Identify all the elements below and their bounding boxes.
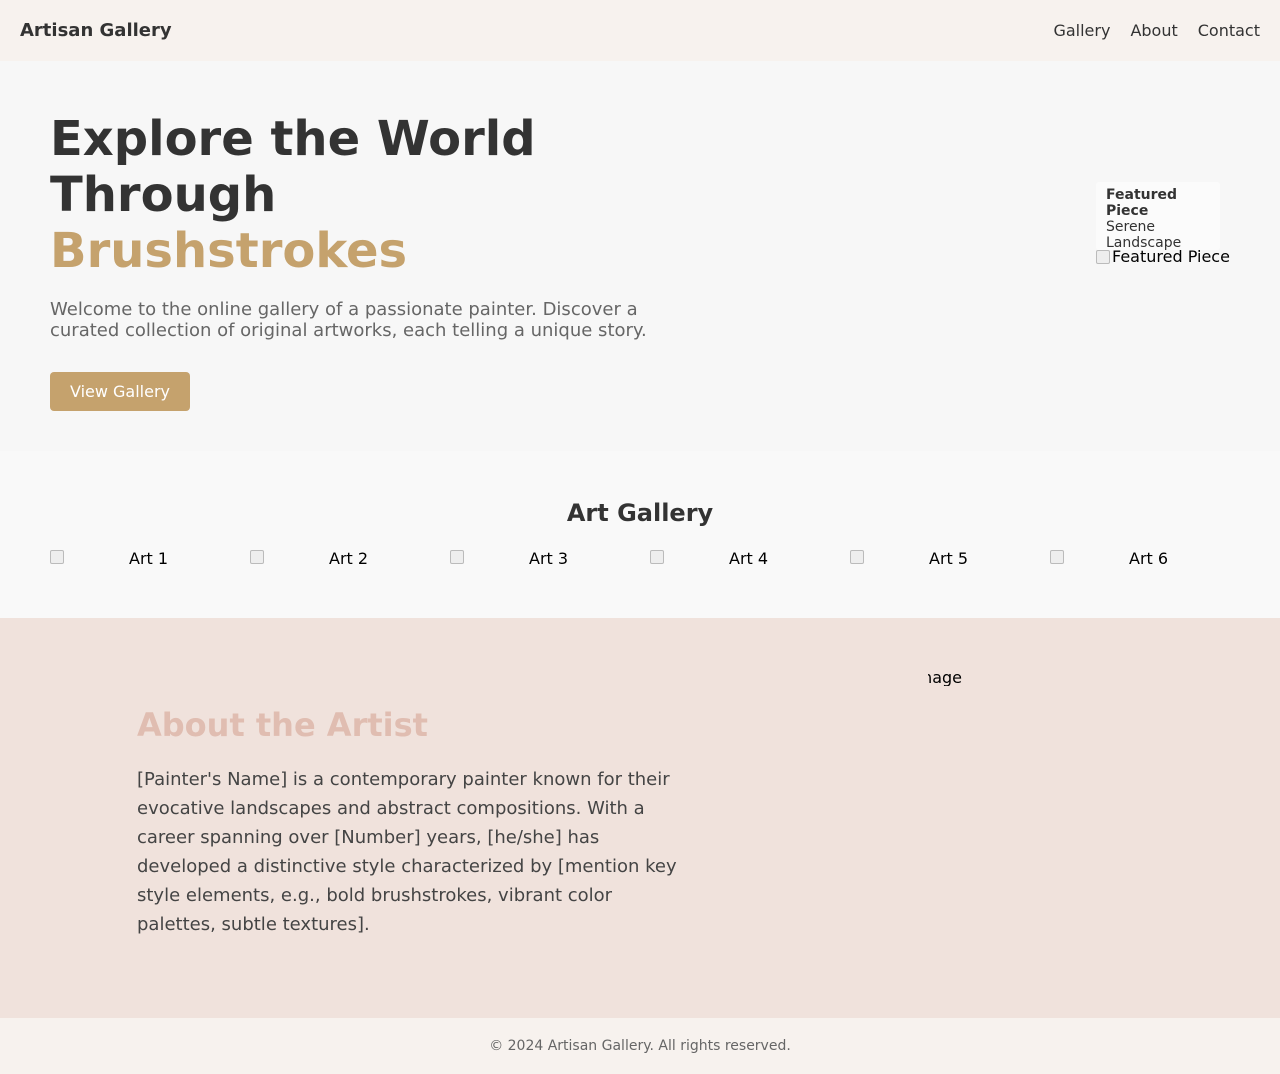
featured-piece-title: Featured Piece xyxy=(1106,187,1178,219)
broken-image-icon xyxy=(1096,250,1110,264)
nav-link-contact[interactable]: Contact xyxy=(1198,21,1260,40)
gallery-item-art-2[interactable]: Art 2 xyxy=(250,549,450,568)
hero-title-line1: Explore the World xyxy=(50,111,536,167)
about-title: About the Artist xyxy=(137,706,428,744)
gallery-title: Art Gallery xyxy=(566,499,714,527)
broken-image-icon xyxy=(450,550,464,564)
gallery-item-alt: Art 1 xyxy=(129,549,169,568)
hero-section: Explore the World Through Brushstrokes W… xyxy=(0,61,1280,451)
view-gallery-button[interactable]: View Gallery xyxy=(50,372,190,411)
gallery-item-art-4[interactable]: Art 4 xyxy=(650,549,850,568)
gallery-item-alt: Art 6 xyxy=(1129,549,1169,568)
nav-link-gallery[interactable]: Gallery xyxy=(1053,21,1110,40)
broken-image-icon xyxy=(1050,550,1064,564)
site-footer: © 2024 Artisan Gallery. All rights reser… xyxy=(0,1018,1280,1074)
nav-link-about[interactable]: About xyxy=(1130,21,1177,40)
gallery-item-alt: Art 3 xyxy=(529,549,569,568)
broken-image-icon xyxy=(250,550,264,564)
gallery-item-art-5[interactable]: Art 5 xyxy=(850,549,1050,568)
gallery-item-alt: Art 2 xyxy=(329,549,369,568)
gallery-item-art-1[interactable]: Art 1 xyxy=(50,549,250,568)
gallery-item-art-6[interactable]: Art 6 xyxy=(1050,549,1250,568)
broken-image-icon xyxy=(850,550,864,564)
about-text: [Painter's Name] is a contemporary paint… xyxy=(137,769,677,935)
main-nav: Gallery About Contact xyxy=(1053,21,1260,40)
hero-title-line2: Through xyxy=(50,167,277,223)
hero-description: Welcome to the online gallery of a passi… xyxy=(50,299,647,341)
featured-piece-card: Featured Piece Serene Landscape xyxy=(1096,182,1220,251)
artist-image-alt: Artist Image xyxy=(928,668,962,686)
footer-copyright: © 2024 Artisan Gallery. All rights reser… xyxy=(489,1038,791,1054)
featured-piece-image: Featured Piece xyxy=(1096,247,1230,266)
hero-title-accent: Brushstrokes xyxy=(50,223,408,279)
site-header: Artisan Gallery Gallery About Contact xyxy=(0,0,1280,61)
about-section: Artist Image About the Artist [Painter's… xyxy=(0,618,1280,1018)
gallery-item-alt: Art 4 xyxy=(729,549,769,568)
gallery-section: Art Gallery Art 1 Art 2 Art 3 Art 4 Art … xyxy=(0,451,1280,618)
broken-image-icon xyxy=(50,550,64,564)
broken-image-icon xyxy=(650,550,664,564)
hero-title: Explore the World Through Brushstrokes xyxy=(50,111,670,279)
site-logo[interactable]: Artisan Gallery xyxy=(20,20,172,41)
featured-image-alt: Featured Piece xyxy=(1112,247,1230,266)
artist-image: Artist Image xyxy=(928,668,968,686)
gallery-item-art-3[interactable]: Art 3 xyxy=(450,549,650,568)
gallery-item-alt: Art 5 xyxy=(929,549,969,568)
